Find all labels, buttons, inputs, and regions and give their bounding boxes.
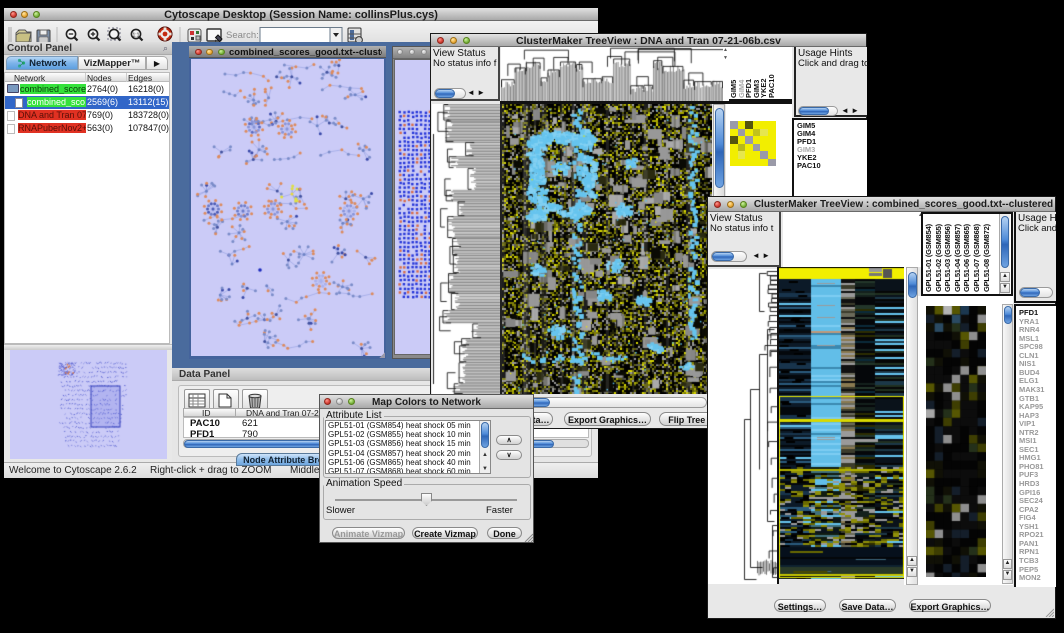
svg-text:1:1: 1:1 bbox=[133, 33, 140, 39]
svg-text:Search:: Search: bbox=[226, 30, 259, 41]
